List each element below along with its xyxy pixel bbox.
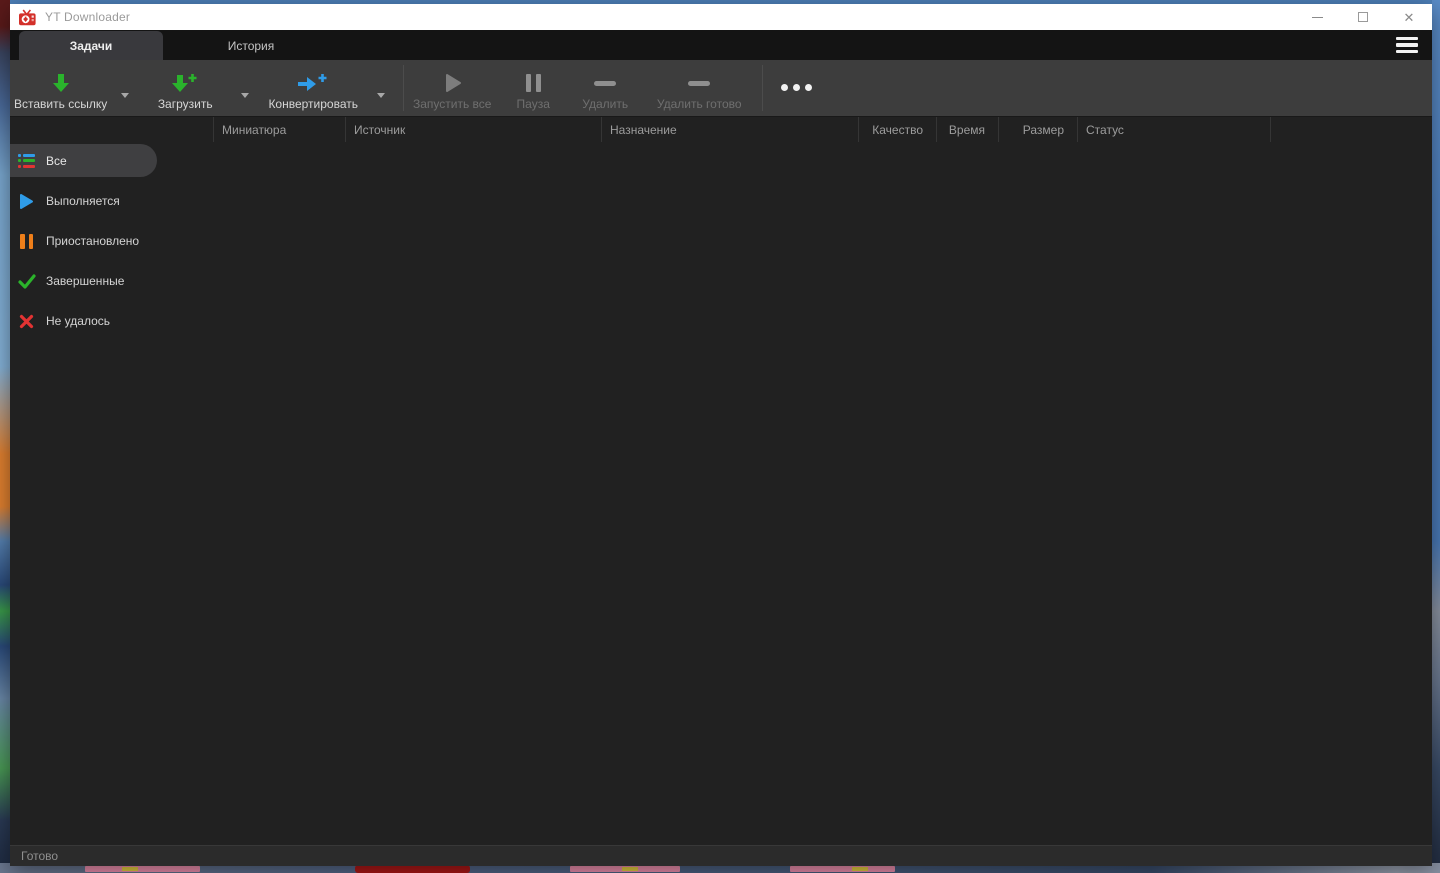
task-list-area: Все Выполняется Приостановлено Завершенн… [10,142,1432,845]
download-label: Загрузить [157,97,213,111]
start-all-label: Запустить все [412,97,492,111]
convert-dropdown[interactable] [367,60,395,116]
filter-all[interactable]: Все [10,144,157,177]
desktop: YT Downloader ✕ Задачи История Вставить … [0,0,1440,873]
column-status[interactable]: Статус [1077,117,1270,142]
maximize-button[interactable] [1340,4,1386,30]
paste-link-label: Вставить ссылку [14,97,108,111]
delete-label: Удалить [582,97,629,111]
table-header: Миниатюра Источник Назначение Качество В… [10,116,1432,142]
convert-split-button: Конвертировать [259,60,395,116]
pause-icon [17,233,36,249]
convert-arrow-plus-icon [296,69,330,97]
play-icon [440,69,464,97]
download-dropdown[interactable] [231,60,259,116]
delete-completed-label: Удалить готово [656,97,742,111]
tab-bar: Задачи История [10,30,1432,60]
play-icon [17,193,36,210]
app-window: YT Downloader ✕ Задачи История Вставить … [10,4,1432,866]
x-icon [17,314,36,329]
download-arrow-icon [50,69,72,97]
tab-tasks[interactable]: Задачи [19,31,163,60]
wallpaper-blob [622,867,638,871]
desktop-wallpaper-right [1432,0,1440,873]
filter-completed-label: Завершенные [46,274,125,288]
chevron-down-icon [377,92,386,98]
ellipsis-icon [780,84,812,91]
wallpaper-blob [852,867,868,871]
maximize-icon [1358,12,1368,22]
filter-sidebar: Все Выполняется Приостановлено Завершенн… [10,142,200,341]
window-title: YT Downloader [45,10,131,24]
wallpaper-blob [790,866,895,872]
column-destination[interactable]: Назначение [601,117,858,142]
status-bar: Готово [10,845,1432,866]
tab-tasks-label: Задачи [69,38,113,53]
delete-completed-button[interactable]: Удалить готово [644,60,754,116]
minimize-button[interactable] [1294,4,1340,30]
wallpaper-blob [355,865,470,873]
wallpaper-blob [122,867,138,871]
column-source[interactable]: Источник [345,117,601,142]
minimize-icon [1311,16,1323,18]
minus-icon [688,69,711,97]
menu-icon[interactable] [1396,37,1418,53]
paste-link-split-button: Вставить ссылку [10,60,139,116]
title-bar: YT Downloader ✕ [10,4,1432,30]
window-controls: ✕ [1294,4,1432,30]
filter-completed[interactable]: Завершенные [10,261,200,301]
column-quality[interactable]: Качество [858,117,936,142]
pause-icon [525,69,541,97]
more-actions-button[interactable] [763,60,829,116]
close-button[interactable]: ✕ [1386,4,1432,30]
close-icon: ✕ [1403,9,1415,25]
pause-label: Пауза [516,97,550,111]
convert-label: Конвертировать [268,97,358,111]
check-icon [17,273,36,289]
filter-failed-label: Не удалось [46,314,111,328]
filter-paused[interactable]: Приостановлено [10,221,200,261]
colored-list-icon [17,153,36,168]
minus-icon [594,69,617,97]
start-all-button[interactable]: Запустить все [404,60,500,116]
paste-link-dropdown[interactable] [111,60,139,116]
filter-paused-label: Приостановлено [46,234,140,248]
delete-button[interactable]: Удалить [566,60,644,116]
tab-history-label: История [227,38,275,53]
filter-running[interactable]: Выполняется [10,181,200,221]
column-filler [1270,117,1432,142]
tab-history[interactable]: История [163,31,339,60]
paste-link-button[interactable]: Вставить ссылку [10,60,111,116]
column-size[interactable]: Размер [998,117,1077,142]
convert-button[interactable]: Конвертировать [259,60,367,116]
download-split-button: Загрузить [139,60,259,116]
toolbar: Вставить ссылку Загрузить Конвертировать… [10,60,1432,116]
column-time[interactable]: Время [936,117,998,142]
filter-failed[interactable]: Не удалось [10,301,200,341]
filter-running-label: Выполняется [46,194,120,208]
download-plus-icon [170,69,200,97]
wallpaper-blob [85,866,200,872]
status-text: Готово [21,849,59,863]
desktop-wallpaper-left [0,0,10,873]
filter-all-label: Все [46,153,67,168]
download-button[interactable]: Загрузить [139,60,231,116]
chevron-down-icon [121,92,130,98]
column-blank [10,117,213,142]
pause-button[interactable]: Пауза [500,60,566,116]
chevron-down-icon [241,92,250,98]
column-thumbnail[interactable]: Миниатюра [213,117,345,142]
app-icon [18,9,37,26]
